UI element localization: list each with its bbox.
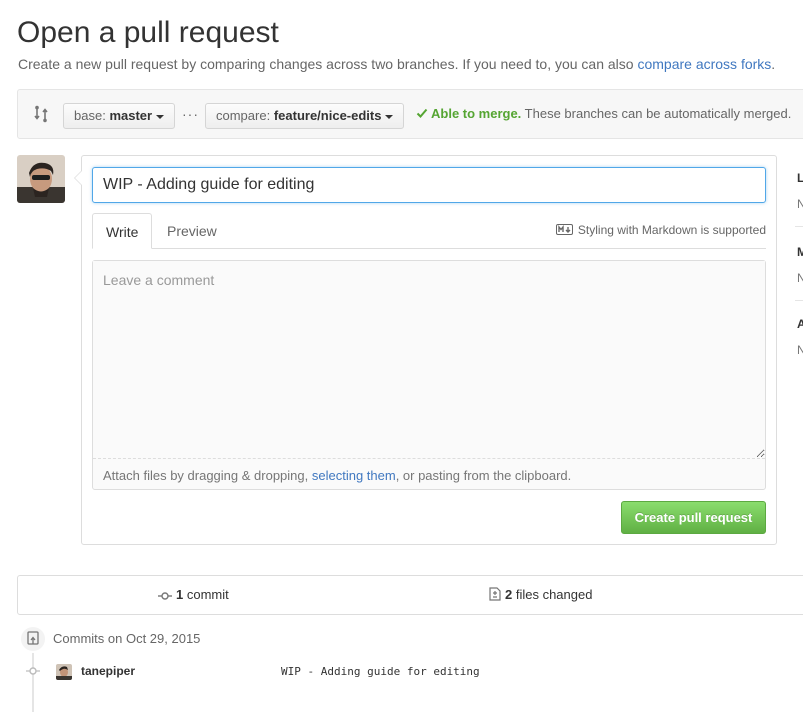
tab-write[interactable]: Write: [92, 213, 153, 249]
page-title: Open a pull request: [17, 16, 279, 49]
sidebar-divider: [795, 300, 803, 301]
file-diff-icon: [489, 587, 501, 601]
branch-range-bar: base: master ··· compare: feature/nice-e…: [17, 89, 803, 139]
repo-push-icon: [19, 625, 47, 653]
attach-files-hint: Attach files by dragging & dropping, sel…: [103, 468, 571, 483]
base-prefix: base:: [74, 108, 106, 123]
commit-author-avatar[interactable]: [56, 664, 72, 680]
attach-suffix: , or pasting from the clipboard.: [395, 468, 572, 483]
pr-summary-bar: 1 commit 2 files changed: [17, 575, 803, 615]
git-compare-icon: [34, 105, 48, 123]
chevron-down-icon: [156, 114, 165, 119]
merge-status: Able to merge. These branches can be aut…: [416, 105, 791, 123]
commit-author[interactable]: tanepiper: [81, 664, 135, 678]
compare-branch-name: feature/nice-edits: [273, 108, 382, 123]
commit-message[interactable]: WIP - Adding guide for editing: [281, 665, 480, 678]
compare-across-forks-link[interactable]: compare across forks: [637, 56, 771, 72]
commits-date-heading: Commits on Oct 29, 2015: [53, 631, 201, 646]
files-changed-tab[interactable]: 2 files changed: [489, 587, 592, 602]
range-ellipsis: ···: [182, 106, 199, 122]
base-branch-select[interactable]: base: master: [63, 103, 176, 129]
markdown-icon: [555, 224, 573, 235]
user-avatar-image: [17, 155, 65, 203]
merge-ok-text: Able to merge.: [431, 106, 522, 121]
sidebar-value: N: [797, 271, 803, 285]
tab-preview[interactable]: Preview: [154, 213, 230, 249]
compare-branch-select[interactable]: compare: feature/nice-edits: [205, 103, 405, 129]
sidebar-value: N: [797, 343, 803, 357]
avatar[interactable]: [17, 155, 65, 203]
pull-request-form: Write Preview Styling with Markdown is s…: [74, 155, 777, 545]
check-icon: [416, 108, 428, 118]
select-files-link[interactable]: selecting them: [312, 468, 396, 483]
git-commit-icon: [158, 592, 172, 600]
commit-label: commit: [183, 587, 229, 602]
sidebar-divider: [795, 226, 803, 227]
sidebar-heading[interactable]: L: [797, 171, 803, 185]
git-commit-icon: [26, 667, 40, 675]
subtitle-text: Create a new pull request by comparing c…: [18, 56, 638, 72]
sidebar-heading[interactable]: M: [797, 245, 803, 259]
sidebar-value: N: [797, 197, 803, 211]
commits-tab[interactable]: 1 commit: [158, 587, 229, 602]
commit-timeline: [32, 650, 34, 712]
pr-title-input[interactable]: [92, 167, 766, 203]
page-subtitle: Create a new pull request by comparing c…: [18, 55, 775, 73]
sidebar-heading[interactable]: A: [797, 317, 803, 331]
attach-prefix: Attach files by dragging & dropping,: [103, 468, 312, 483]
markdown-hint-text: Styling with Markdown is supported: [577, 223, 766, 237]
subtitle-period: .: [771, 56, 776, 72]
chevron-down-icon: [385, 114, 394, 119]
compare-prefix: compare:: [216, 108, 271, 123]
comment-textarea[interactable]: [93, 261, 765, 459]
files-label: files changed: [512, 587, 593, 602]
markdown-hint[interactable]: Styling with Markdown is supported: [555, 223, 766, 237]
comment-field: Attach files by dragging & dropping, sel…: [92, 260, 766, 490]
base-branch-name: master: [109, 108, 153, 123]
merge-detail-text: These branches can be automatically merg…: [521, 106, 792, 121]
create-pull-request-button[interactable]: Create pull request: [621, 501, 766, 534]
